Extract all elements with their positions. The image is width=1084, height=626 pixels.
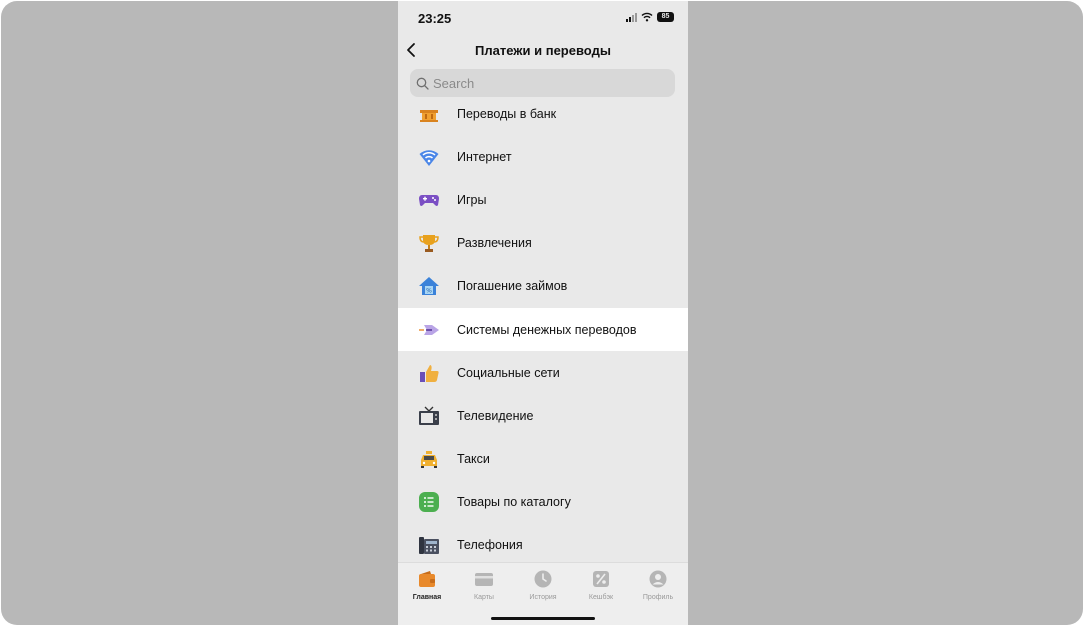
tab-label: Кешбэк — [588, 594, 614, 601]
tab-home[interactable]: Главная — [401, 569, 453, 601]
list-item-label: Развлечения — [457, 236, 532, 251]
search-input[interactable] — [433, 75, 663, 91]
list-item-label: Системы денежных переводов — [457, 322, 637, 337]
nav-bar: Платежи и переводы — [398, 37, 688, 65]
list-item-entertainment[interactable]: Развлечения — [398, 222, 688, 265]
tab-bar: Главная Карты История Кешбэк Профиль — [398, 562, 688, 625]
battery-icon: 85 — [657, 12, 674, 22]
tv-icon — [417, 404, 441, 428]
page-title: Платежи и переводы — [475, 43, 611, 58]
wallet-icon — [419, 571, 435, 587]
gamepad-icon — [417, 188, 441, 212]
screenshot-frame: 23:25 85 Платежи и переводы Search Перев… — [1, 1, 1083, 625]
list-item-television[interactable]: Телевидение — [398, 394, 688, 437]
bank-icon — [417, 102, 441, 126]
money-transfer-icon — [417, 318, 441, 342]
list-item-label: Погашение займов — [457, 279, 568, 294]
list-item-internet[interactable]: Интернет — [398, 135, 688, 178]
list-item-label: Социальные сети — [457, 365, 560, 380]
list-item-taxi[interactable]: Такси — [398, 438, 688, 481]
category-list: Переводы в банк Интернет Игры Развлечени… — [398, 92, 688, 567]
phone-screen: 23:25 85 Платежи и переводы Search Перев… — [398, 1, 688, 625]
catalog-list-icon — [417, 490, 441, 514]
tab-label: История — [529, 594, 557, 601]
list-item-label: Переводы в банк — [457, 106, 557, 121]
status-icons: 85 — [626, 12, 674, 22]
list-item-loan-repayment[interactable]: % Погашение займов — [398, 265, 688, 308]
tab-history[interactable]: История — [517, 569, 569, 601]
svg-text:%: % — [426, 288, 432, 295]
profile-icon — [649, 570, 667, 588]
list-item-social-networks[interactable]: Социальные сети — [398, 351, 688, 394]
percent-icon — [593, 571, 609, 587]
list-item-telephony[interactable]: Телефония — [398, 524, 688, 567]
tab-profile[interactable]: Профиль — [632, 569, 684, 601]
tab-label: Карты — [474, 594, 494, 601]
list-item-label: Телефония — [457, 538, 523, 553]
wifi-status-icon — [641, 12, 653, 22]
list-item-label: Телевидение — [457, 408, 534, 423]
house-percent-icon: % — [417, 274, 441, 298]
phone-icon — [417, 533, 441, 557]
tab-label: Главная — [412, 594, 442, 601]
wifi-icon — [417, 145, 441, 169]
status-time: 23:25 — [418, 11, 452, 26]
home-indicator[interactable] — [491, 617, 595, 620]
list-item-label: Товары по каталогу — [457, 495, 571, 510]
search-icon — [416, 77, 429, 90]
tab-cashback[interactable]: Кешбэк — [575, 569, 627, 601]
list-item-bank-transfers[interactable]: Переводы в банк — [398, 92, 688, 135]
list-item-label: Игры — [457, 192, 487, 207]
clock-icon — [534, 570, 552, 588]
taxi-icon — [417, 447, 441, 471]
list-item-games[interactable]: Игры — [398, 178, 688, 221]
card-icon — [475, 573, 493, 586]
list-item-catalog-goods[interactable]: Товары по каталогу — [398, 481, 688, 524]
list-item-label: Такси — [457, 452, 490, 467]
status-bar: 23:25 85 — [398, 1, 688, 37]
tab-cards[interactable]: Карты — [458, 569, 510, 601]
list-item-money-transfer-systems[interactable]: Системы денежных переводов — [398, 307, 688, 352]
list-item-label: Интернет — [457, 149, 512, 164]
signal-icon — [626, 12, 637, 22]
tab-label: Профиль — [642, 594, 674, 601]
thumbs-up-icon — [417, 361, 441, 385]
trophy-icon — [417, 231, 441, 255]
